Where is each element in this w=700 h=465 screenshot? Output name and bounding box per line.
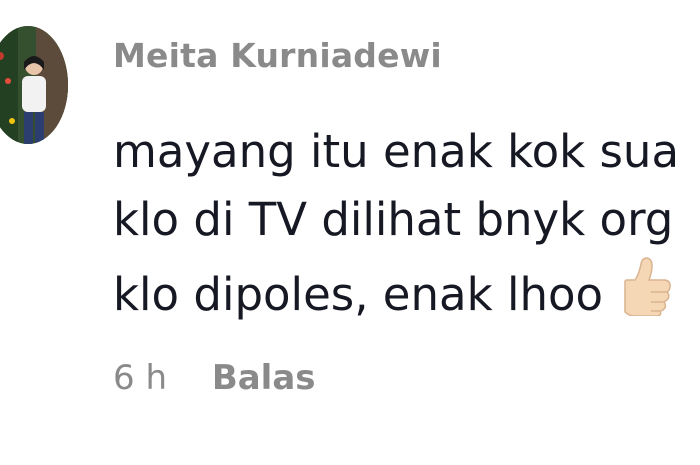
comment-meta: 6 h Balas	[113, 358, 316, 398]
thumbs-up-icon	[615, 254, 671, 335]
avatar[interactable]	[0, 26, 68, 144]
avatar-photo-icon	[0, 26, 68, 144]
comment-line-text: klo dipoles, enak lhoo	[113, 268, 604, 321]
comment-line: klo di TV dilihat bnyk org	[113, 193, 674, 246]
comment-line: klo dipoles, enak lhoo	[113, 254, 700, 335]
comment-text: mayang itu enak kok sua klo di TV diliha…	[113, 118, 700, 335]
reply-button[interactable]: Balas	[212, 358, 316, 398]
comment-line: mayang itu enak kok sua	[113, 125, 680, 178]
comment-timestamp: 6 h	[113, 358, 167, 398]
comment-item: Meita Kurniadewi mayang itu enak kok sua…	[0, 0, 700, 465]
comment-author[interactable]: Meita Kurniadewi	[113, 36, 442, 75]
